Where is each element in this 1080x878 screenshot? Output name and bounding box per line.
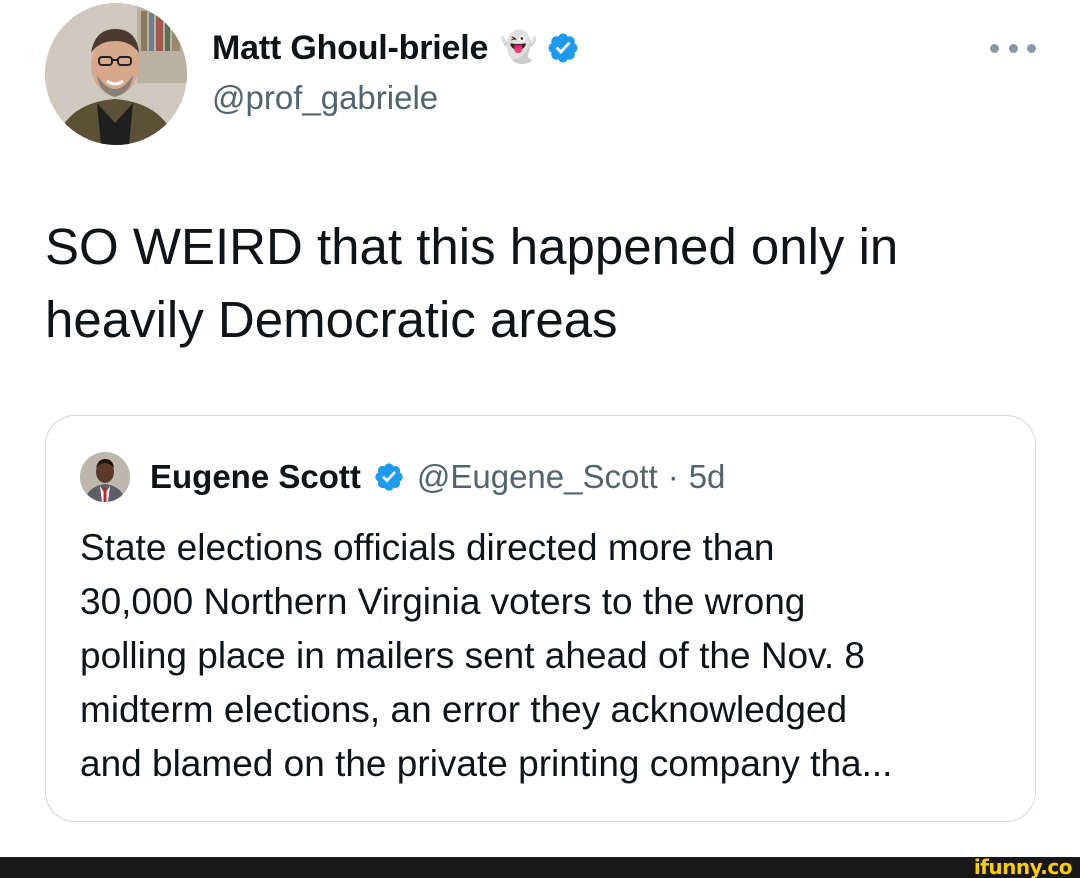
more-options-icon[interactable]: [990, 38, 1036, 58]
ghost-emoji-icon: 👻: [500, 31, 538, 64]
author-handle[interactable]: @prof_gabriele: [212, 78, 438, 118]
quoted-text-line: and blamed on the private printing compa…: [80, 743, 893, 784]
author-name-row: Matt Ghoul-briele 👻: [212, 27, 580, 69]
watermark-bar: ifunny.co: [0, 857, 1080, 878]
dot-icon: [1027, 43, 1036, 53]
quoted-text-line: midterm elections, an error they acknowl…: [80, 689, 848, 730]
quoted-author-handle[interactable]: @Eugene_Scott: [417, 457, 658, 497]
dot-icon: [990, 43, 999, 53]
tweet-text-line: SO WEIRD that this happened only in: [45, 218, 899, 275]
verified-badge-icon: [548, 33, 578, 63]
quoted-tweet-text: State elections officials directed more …: [80, 521, 1010, 791]
author-display-name[interactable]: Matt Ghoul-briele: [212, 27, 488, 69]
tweet-text-line: heavily Democratic areas: [45, 291, 618, 348]
separator-dot: ·: [667, 458, 679, 495]
quoted-text-line: 30,000 Northern Virginia voters to the w…: [80, 581, 806, 622]
quoted-tweet-timestamp[interactable]: 5d: [689, 457, 726, 497]
dot-icon: [1008, 43, 1018, 53]
quoted-text-line: State elections officials directed more …: [80, 527, 775, 568]
quoted-author-avatar[interactable]: [80, 452, 130, 502]
quoted-author-display-name[interactable]: Eugene Scott: [150, 457, 361, 497]
tweet-text: SO WEIRD that this happened only in heav…: [45, 210, 1045, 356]
quoted-avatar-photo: [80, 452, 130, 502]
quoted-tweet-card[interactable]: Eugene Scott @Eugene_Scott · 5d State el…: [45, 415, 1036, 822]
quoted-tweet-header: Eugene Scott @Eugene_Scott · 5d: [80, 452, 725, 502]
author-avatar[interactable]: [45, 3, 187, 145]
ifunny-watermark: ifunny.co: [973, 855, 1073, 878]
verified-badge-icon: [375, 463, 403, 491]
avatar-photo: [45, 3, 187, 145]
quoted-text-line: polling place in mailers sent ahead of t…: [80, 635, 866, 676]
